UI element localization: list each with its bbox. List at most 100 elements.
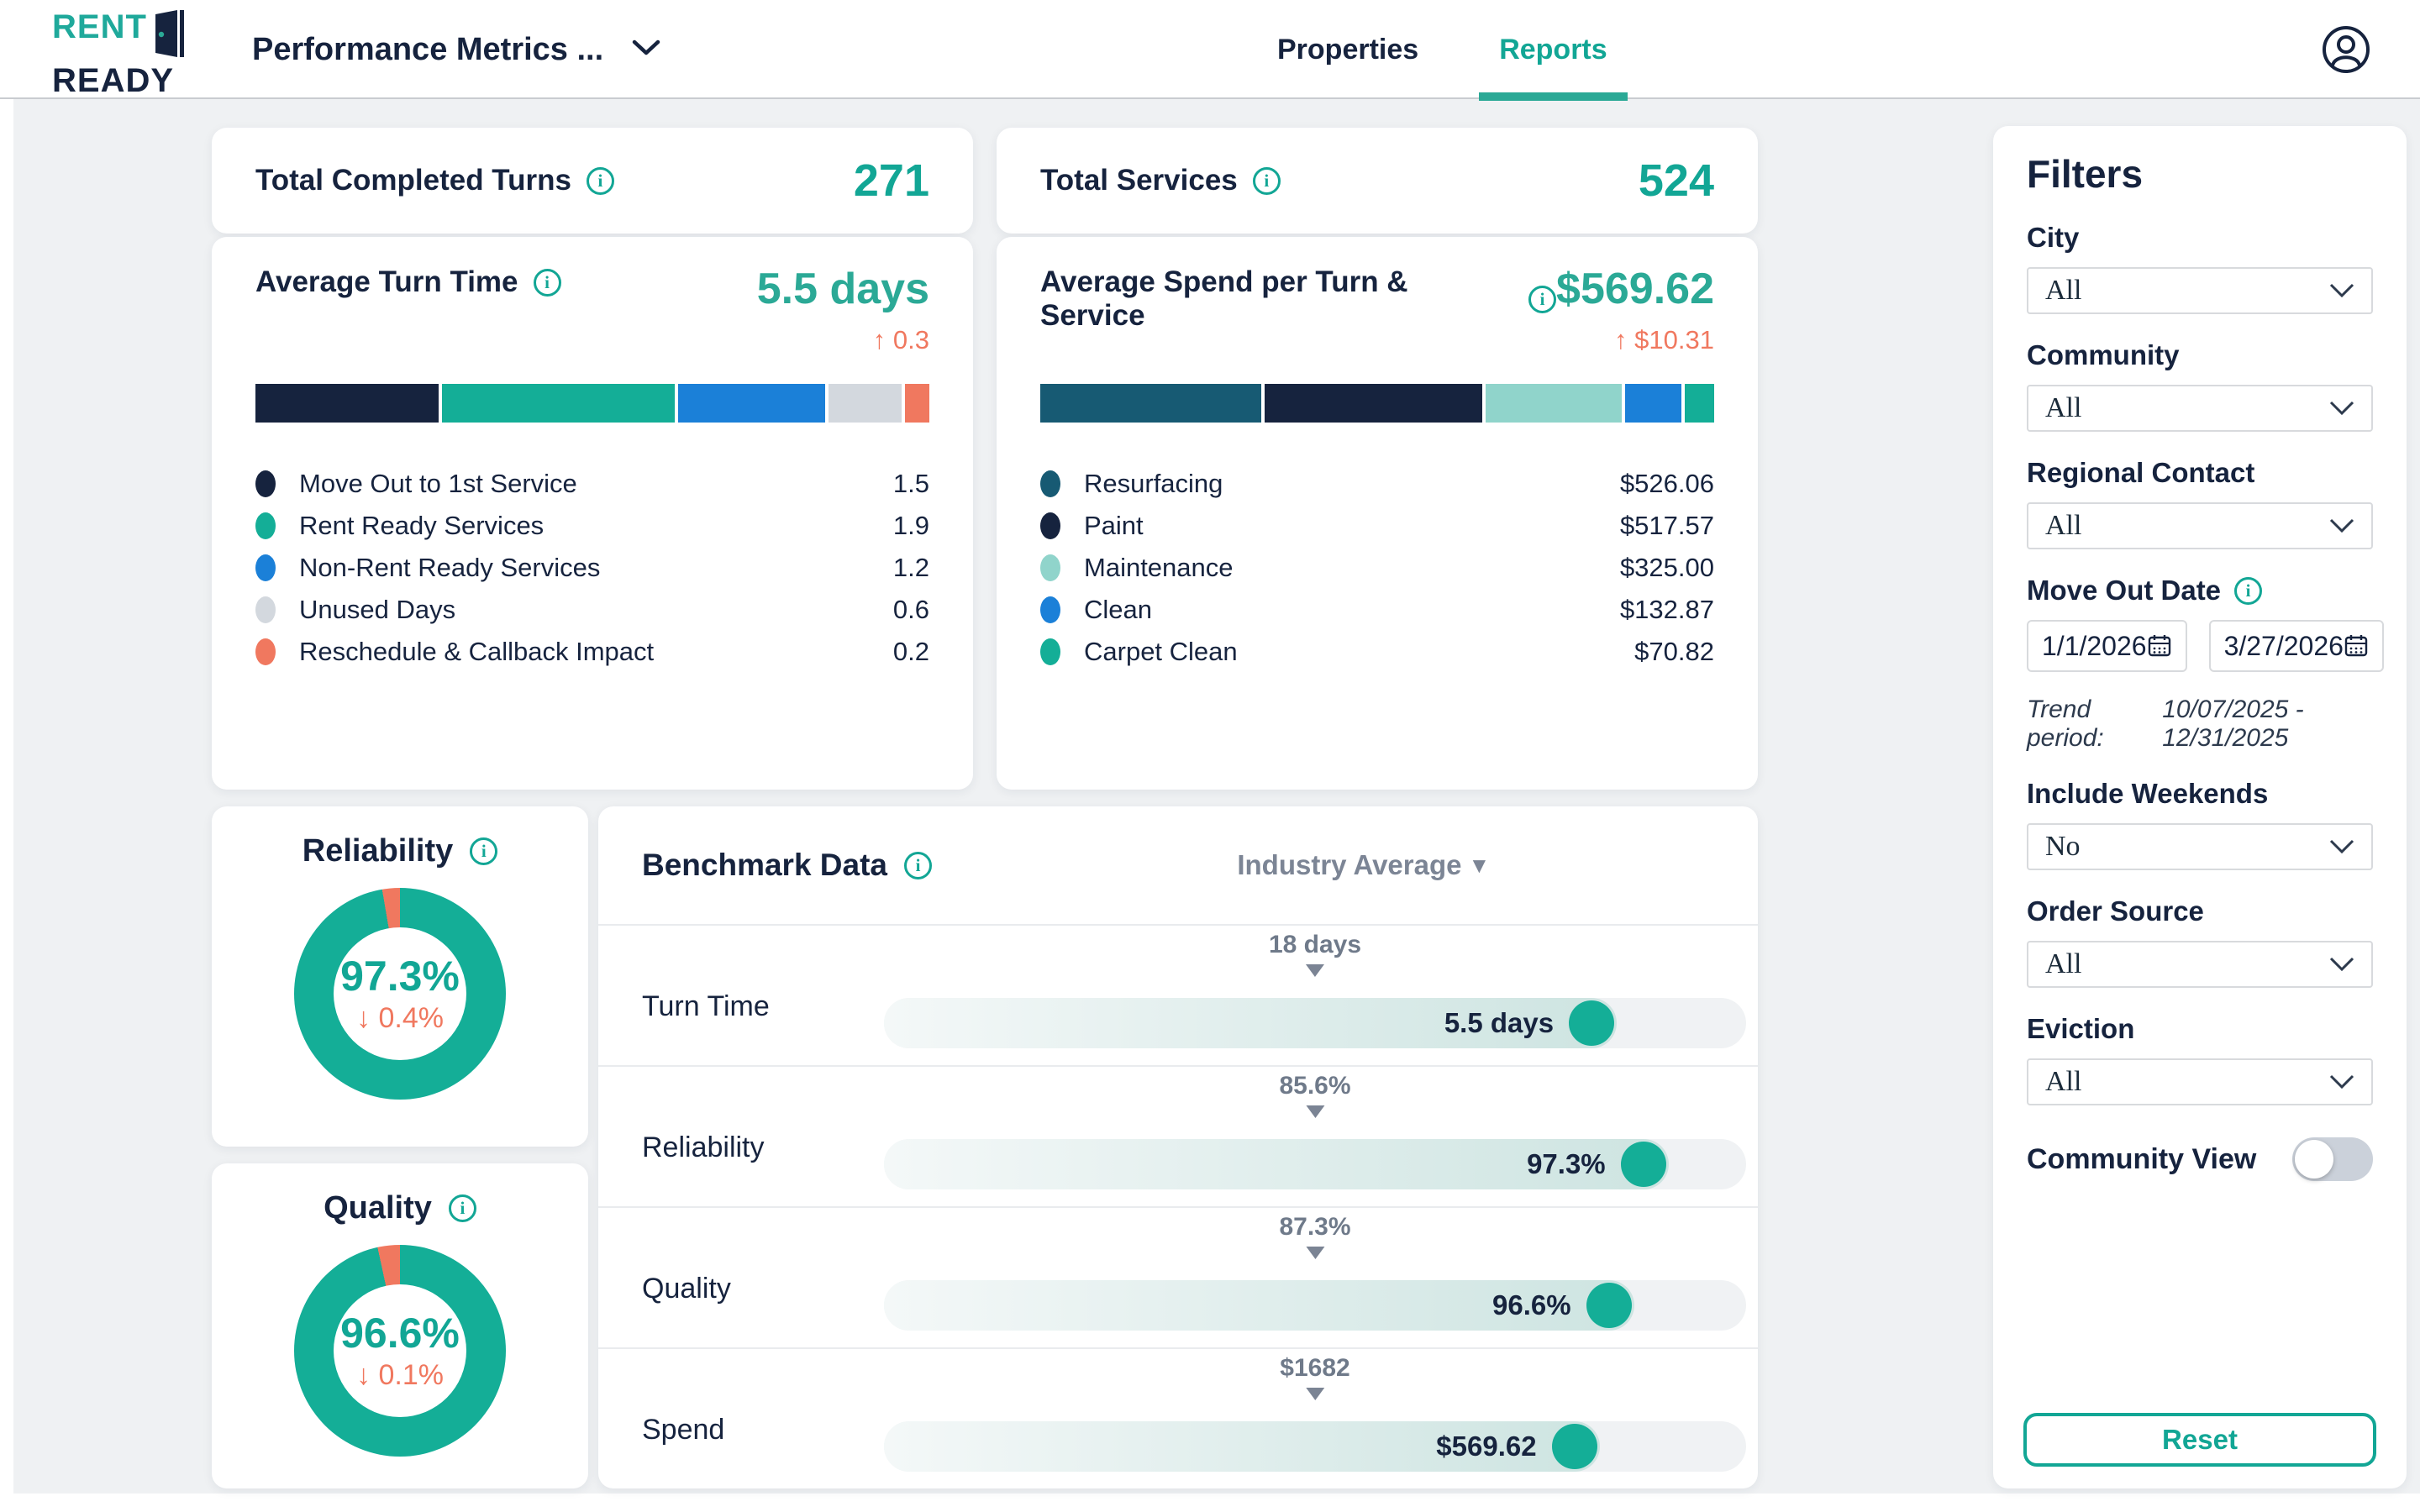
- industry-marker: 18 days: [1269, 931, 1361, 977]
- legend-dot: [255, 596, 276, 623]
- quality-donut-chart: 96.6% ↓ 0.1%: [294, 1245, 506, 1457]
- marker-caret: [1306, 1247, 1324, 1259]
- report-title-dropdown[interactable]: Performance Metrics ...: [252, 0, 660, 99]
- chevron-down-icon: [2329, 1074, 2354, 1089]
- legend-item: Carpet Clean $70.82: [1040, 631, 1714, 673]
- eviction-select[interactable]: All: [2027, 1058, 2373, 1105]
- marker-caret: [1306, 964, 1324, 977]
- eviction-label: Eviction: [2027, 1013, 2373, 1045]
- turn-time-title: Average Turn Time: [255, 265, 518, 299]
- bar-segment: [1486, 384, 1622, 423]
- benchmark-bar: 97.3%: [884, 1139, 1746, 1189]
- dashboard-canvas: Total Completed Turns i 271 Total Servic…: [13, 99, 2420, 1494]
- include-weekends-select[interactable]: No: [2027, 823, 2373, 870]
- reliability-title: Reliability: [302, 833, 454, 869]
- community-select[interactable]: All: [2027, 385, 2373, 432]
- legend-dot: [255, 470, 276, 497]
- turn-time-value: 5.5 days: [757, 265, 929, 313]
- filters-title: Filters: [2027, 151, 2373, 197]
- legend-dot: [255, 638, 276, 665]
- move-out-start-date-input[interactable]: 1/1/2026: [2027, 620, 2187, 672]
- marker-caret: [1306, 1105, 1324, 1118]
- info-icon[interactable]: i: [587, 167, 614, 195]
- industry-marker: 87.3%: [1279, 1213, 1350, 1259]
- benchmark-dot: [1586, 1283, 1632, 1328]
- info-icon[interactable]: i: [904, 852, 932, 879]
- community-view-toggle[interactable]: [2292, 1137, 2373, 1181]
- city-select[interactable]: All: [2027, 267, 2373, 314]
- rent-ready-logo[interactable]: RENT READY: [52, 10, 186, 97]
- quality-value: 96.6%: [340, 1312, 460, 1354]
- total-services-card: Total Services i 524: [997, 128, 1758, 234]
- reset-button[interactable]: Reset: [2023, 1413, 2376, 1467]
- reliability-value: 97.3%: [340, 955, 460, 997]
- legend-item: Non-Rent Ready Services 1.2: [255, 547, 929, 589]
- quality-delta: ↓ 0.1%: [356, 1361, 444, 1389]
- page-title: Performance Metrics ...: [252, 32, 603, 68]
- turn-time-legend: Move Out to 1st Service 1.5 Rent Ready S…: [255, 463, 929, 673]
- benchmark-bar-fill: 96.6%: [884, 1280, 1634, 1331]
- info-icon[interactable]: i: [534, 269, 561, 297]
- info-icon[interactable]: i: [1528, 286, 1556, 313]
- chevron-down-icon: [2329, 957, 2354, 972]
- benchmark-dot: [1552, 1424, 1597, 1469]
- benchmark-bar-fill: $569.62: [884, 1421, 1600, 1472]
- order-source-label: Order Source: [2027, 895, 2373, 927]
- bar-segment: [1685, 384, 1714, 423]
- legend-item: Unused Days 0.6: [255, 589, 929, 631]
- community-view-label: Community View: [2027, 1143, 2256, 1176]
- tab-reports[interactable]: Reports: [1499, 0, 1607, 99]
- marker-caret: [1306, 1388, 1324, 1400]
- benchmark-bar: 96.6%: [884, 1280, 1746, 1331]
- total-completed-turns-card: Total Completed Turns i 271: [212, 128, 973, 234]
- legend-item: Maintenance $325.00: [1040, 547, 1714, 589]
- industry-marker: 85.6%: [1279, 1072, 1350, 1118]
- regional-contact-select[interactable]: All: [2027, 502, 2373, 549]
- legend-dot: [1040, 596, 1060, 623]
- city-label: City: [2027, 222, 2373, 254]
- benchmark-dot: [1621, 1142, 1666, 1187]
- legend-dot: [255, 512, 276, 539]
- chevron-down-icon: [632, 39, 660, 60]
- spend-legend: Resurfacing $526.06 Paint $517.57 Mainte…: [1040, 463, 1714, 673]
- benchmark-dot: [1569, 1000, 1614, 1046]
- benchmark-row-quality: Quality 87.3% 96.6%: [598, 1206, 1758, 1347]
- info-icon[interactable]: i: [449, 1194, 476, 1222]
- bar-segment: [1040, 384, 1261, 423]
- turn-time-stacked-bar: [255, 384, 929, 423]
- chevron-down-icon: [2329, 283, 2354, 298]
- community-label: Community: [2027, 339, 2373, 371]
- user-account-icon[interactable]: [2321, 24, 2371, 75]
- spend-delta: ↑ $10.31: [1614, 325, 1714, 355]
- tab-properties[interactable]: Properties: [1277, 0, 1418, 99]
- bar-segment: [255, 384, 439, 423]
- bar-segment: [442, 384, 675, 423]
- spend-title: Average Spend per Turn & Service: [1040, 265, 1513, 333]
- order-source-select[interactable]: All: [2027, 941, 2373, 988]
- legend-dot: [1040, 470, 1060, 497]
- info-icon[interactable]: i: [470, 837, 497, 865]
- filters-panel: Filters City All Community All Regional …: [1993, 126, 2407, 1488]
- benchmark-row-spend: Spend $1682 $569.62: [598, 1347, 1758, 1488]
- reliability-card: Reliability i 97.3% ↓ 0.4%: [212, 806, 588, 1147]
- total-services-value: 524: [1639, 155, 1714, 207]
- chevron-down-icon: [2329, 518, 2354, 533]
- move-out-end-date-input[interactable]: 3/27/2026: [2209, 620, 2384, 672]
- quality-title: Quality: [324, 1190, 432, 1226]
- average-turn-time-card: Average Turn Time i 5.5 days ↑ 0.3 Move: [212, 237, 973, 790]
- logo-text-rent: RENT: [52, 10, 147, 44]
- info-icon[interactable]: i: [1253, 167, 1281, 195]
- benchmark-source-selector[interactable]: Industry Average ▼: [1237, 849, 1490, 881]
- trend-period: Trend period: 10/07/2025 - 12/31/2025: [2027, 696, 2373, 753]
- info-icon[interactable]: i: [2234, 577, 2262, 605]
- main-nav-tabs: Properties Reports: [1277, 0, 1607, 99]
- legend-item: Resurfacing $526.06: [1040, 463, 1714, 505]
- bar-segment: [829, 384, 902, 423]
- active-tab-underline: [1479, 92, 1627, 101]
- spend-stacked-bar: [1040, 384, 1714, 423]
- door-icon: [154, 10, 186, 60]
- benchmark-row-turn-time: Turn Time 18 days 5.5 days: [598, 924, 1758, 1065]
- legend-item: Rent Ready Services 1.9: [255, 505, 929, 547]
- total-turns-value: 271: [854, 155, 929, 207]
- toggle-knob: [2295, 1140, 2333, 1179]
